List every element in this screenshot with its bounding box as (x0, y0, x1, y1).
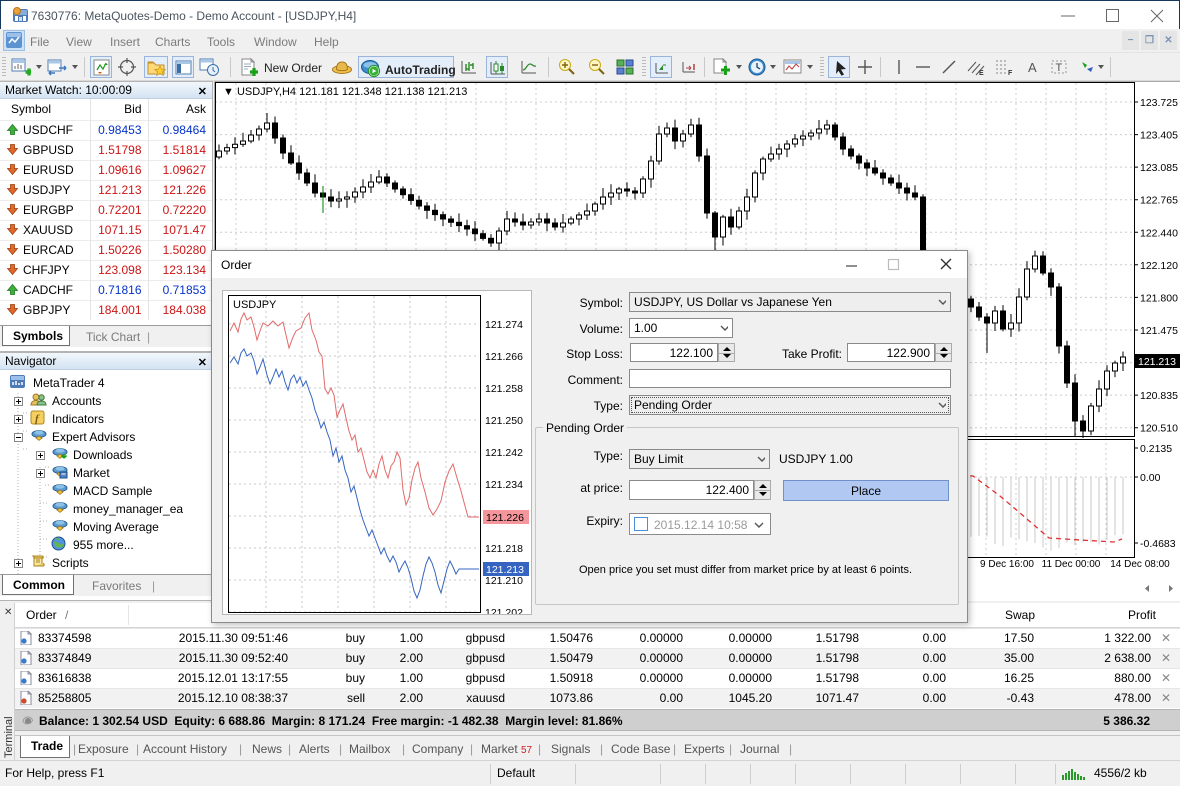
svg-text:E: E (979, 70, 984, 77)
svg-text:0.2135: 0.2135 (1140, 443, 1172, 455)
svg-text:A: A (1028, 60, 1037, 75)
svg-text:0.00: 0.00 (1140, 472, 1161, 484)
svg-text:F: F (1008, 70, 1013, 77)
svg-text:122.440: 122.440 (1140, 227, 1178, 239)
svg-text:121.475: 121.475 (1140, 325, 1178, 337)
svg-text:11 Dec 00:00: 11 Dec 00:00 (1042, 559, 1101, 570)
svg-text:121.250: 121.250 (485, 415, 523, 427)
svg-text:121.202: 121.202 (485, 607, 523, 614)
svg-text:USDJPY: USDJPY (233, 299, 277, 311)
svg-text:121.800: 121.800 (1140, 292, 1178, 304)
svg-text:123.085: 123.085 (1140, 162, 1178, 174)
svg-text:122.765: 122.765 (1140, 195, 1178, 207)
svg-text:121.210: 121.210 (485, 575, 523, 587)
svg-text:121.218: 121.218 (485, 543, 523, 555)
svg-text:9 Dec 16:00: 9 Dec 16:00 (980, 559, 1034, 570)
svg-text:14 Dec 08:00: 14 Dec 08:00 (1110, 559, 1170, 570)
svg-text:121.213: 121.213 (1138, 356, 1176, 368)
svg-text:122.120: 122.120 (1140, 260, 1178, 272)
svg-text:-0.4683: -0.4683 (1140, 538, 1176, 550)
svg-text:120.510: 120.510 (1140, 423, 1178, 435)
svg-text:120.835: 120.835 (1140, 390, 1178, 402)
svg-text:123.725: 123.725 (1140, 97, 1178, 109)
svg-text:T: T (1056, 62, 1063, 74)
svg-text:123.405: 123.405 (1140, 130, 1178, 142)
svg-text:121.213: 121.213 (486, 564, 524, 576)
svg-text:▼ USDJPY,H4 121.181 121.348 1: ▼ USDJPY,H4 121.181 121.348 121.138 121.… (223, 86, 467, 98)
